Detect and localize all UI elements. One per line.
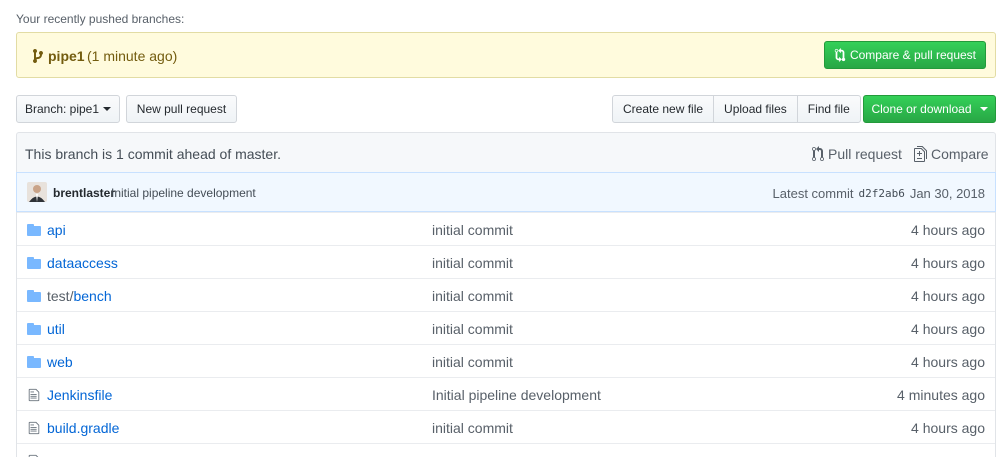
git-pull-request-icon — [812, 146, 824, 161]
branch-select-label: Branch: pipe1 — [24, 102, 100, 116]
git-branch-icon — [33, 48, 43, 63]
file-commit-message[interactable]: initial commit — [432, 354, 513, 370]
branch-select-button[interactable]: Branch: pipe1 — [16, 95, 120, 123]
folder-icon — [27, 323, 41, 335]
file-commit-message[interactable]: initial commit — [432, 222, 513, 238]
table-row: Jenkinsfile Initial pipeline development… — [17, 377, 995, 410]
file-list: api initial commit 4 hours ago dataacces… — [16, 212, 996, 457]
latest-commit-bar: brentlaster Initial pipeline development… — [16, 172, 996, 212]
file-name-link[interactable]: dataaccess — [47, 255, 118, 271]
branch-info-bar: This branch is 1 commit ahead of master.… — [16, 132, 996, 172]
clone-or-download-button[interactable]: Clone or download — [863, 95, 996, 123]
chevron-down-icon — [979, 107, 988, 111]
folder-icon — [27, 290, 41, 302]
commit-sha[interactable]: d2f2ab6 — [858, 186, 904, 201]
folder-icon — [27, 356, 41, 368]
file-commit-message[interactable]: Initial pipeline development — [432, 387, 601, 403]
file-age: 4 hours ago — [911, 222, 985, 238]
commit-date: Jan 30, 2018 — [909, 186, 985, 201]
git-compare-icon — [834, 48, 846, 62]
chevron-down-icon — [103, 107, 112, 111]
table-row: test/bench initial commit 4 hours ago — [17, 278, 995, 311]
pushed-time: (1 minute ago) — [87, 48, 178, 64]
commit-message[interactable]: Initial pipeline development — [111, 186, 256, 200]
avatar[interactable] — [27, 182, 47, 202]
pull-request-link[interactable]: Pull request — [812, 146, 902, 162]
compare-pull-request-label: Compare & pull request — [849, 48, 977, 62]
table-row: api initial commit 4 hours ago — [17, 212, 995, 245]
table-row: build.gradle initial commit 4 hours ago — [17, 410, 995, 443]
file-name-link[interactable]: build.gradle — [47, 420, 119, 436]
file-actions-group: Create new file Upload files Find file — [612, 95, 861, 123]
file-name-link[interactable]: web — [47, 354, 73, 370]
table-row: util initial commit 4 hours ago — [17, 311, 995, 344]
upload-files-button[interactable]: Upload files — [713, 96, 797, 122]
latest-commit-label: Latest commit — [772, 186, 854, 201]
file-commit-message[interactable]: initial commit — [432, 420, 513, 436]
clone-or-download-label: Clone or download — [871, 102, 972, 116]
compare-label: Compare — [931, 146, 989, 162]
file-name-link[interactable]: test/bench — [47, 288, 112, 304]
latest-commit-info: Latest commit d2f2ab6 Jan 30, 2018 — [773, 186, 985, 201]
file-commit-message[interactable]: initial commit — [432, 321, 513, 337]
file-commit-message[interactable]: initial commit — [432, 255, 513, 271]
file-age: 4 hours ago — [911, 420, 985, 436]
file-icon — [28, 388, 40, 402]
create-new-file-button[interactable]: Create new file — [613, 96, 713, 122]
compare-link[interactable]: Compare — [914, 146, 989, 162]
recently-pushed-banner: pipe1 (1 minute ago) Compare & pull requ… — [16, 32, 996, 78]
branch-status: This branch is 1 commit ahead of master. — [25, 146, 281, 162]
file-commit-message[interactable]: initial commit — [432, 288, 513, 304]
file-icon — [28, 421, 40, 435]
find-file-button[interactable]: Find file — [796, 96, 860, 122]
new-pull-request-button[interactable]: New pull request — [126, 95, 237, 123]
table-row — [17, 443, 995, 457]
pull-request-label: Pull request — [828, 146, 902, 162]
table-row: web initial commit 4 hours ago — [17, 344, 995, 377]
recent-branches-label: Your recently pushed branches: — [16, 12, 185, 26]
diff-icon — [914, 146, 927, 162]
file-age: 4 hours ago — [911, 288, 985, 304]
compare-pull-request-button[interactable]: Compare & pull request — [824, 41, 986, 69]
file-name-link[interactable]: Jenkinsfile — [47, 387, 112, 403]
pushed-branch-name[interactable]: pipe1 — [48, 48, 85, 64]
file-age: 4 hours ago — [911, 255, 985, 271]
file-name-link[interactable]: api — [47, 222, 66, 238]
file-age: 4 minutes ago — [897, 387, 985, 403]
folder-icon — [27, 257, 41, 269]
table-row: dataaccess initial commit 4 hours ago — [17, 245, 995, 278]
folder-icon — [27, 224, 41, 236]
file-name-link[interactable]: util — [47, 321, 65, 337]
file-age: 4 hours ago — [911, 321, 985, 337]
new-pull-request-label: New pull request — [136, 102, 227, 116]
commit-author[interactable]: brentlaster — [53, 186, 115, 200]
file-age: 4 hours ago — [911, 354, 985, 370]
